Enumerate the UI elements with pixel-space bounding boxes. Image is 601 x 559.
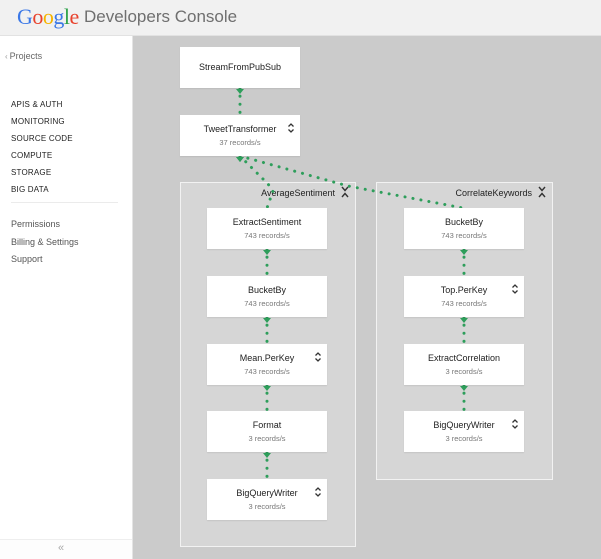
sidebar-item-apis-auth[interactable]: APIS & AUTH [11,96,73,113]
step-throughput: 3 records/s [248,502,286,511]
step-name: BucketBy [247,285,287,295]
step-throughput: 3 records/s [445,434,483,443]
step-throughput: 743 records/s [244,367,290,376]
secondary-nav: Permissions Billing & Settings Support [11,216,79,269]
sidebar-item-billing-settings[interactable]: Billing & Settings [11,234,79,252]
sidebar: ‹ Projects APIS & AUTH MONITORING SOURCE … [0,36,133,559]
step-node-format[interactable]: Format 3 records/s [207,411,327,452]
primary-nav: APIS & AUTH MONITORING SOURCE CODE COMPU… [11,96,73,198]
sidebar-item-storage[interactable]: STORAGE [11,164,73,181]
expand-collapse-icon[interactable] [314,351,322,363]
collapse-sidebar-button[interactable]: « [58,542,64,554]
step-node-stream-from-pubsub[interactable]: StreamFromPubSub [180,47,300,88]
projects-label: Projects [9,51,43,61]
step-name: ExtractCorrelation [427,353,501,363]
step-name: BigQueryWriter [433,420,495,430]
group-title: CorrelateKeywords [455,188,532,198]
step-node-mean-per-key[interactable]: Mean.PerKey 743 records/s [207,344,327,385]
step-name: Top.PerKey [440,285,488,295]
logo-letter: e [69,4,80,29]
step-name: StreamFromPubSub [198,62,282,72]
chevron-left-icon: ‹ [5,52,8,61]
expand-collapse-icon[interactable] [511,418,519,430]
sidebar-item-source-code[interactable]: SOURCE CODE [11,130,73,147]
sidebar-item-big-data[interactable]: BIG DATA [11,181,73,198]
step-throughput: 37 records/s [219,138,261,147]
sidebar-item-compute[interactable]: COMPUTE [11,147,73,164]
sidebar-item-permissions[interactable]: Permissions [11,216,79,234]
step-name: BigQueryWriter [236,488,298,498]
step-name: BucketBy [444,217,484,227]
google-logo[interactable]: Google [17,4,79,30]
step-name: ExtractSentiment [232,217,302,227]
step-throughput: 3 records/s [248,434,286,443]
collapse-group-icon[interactable] [537,186,547,198]
logo-letter: g [53,4,64,29]
step-throughput: 743 records/s [441,299,487,308]
logo-letter: G [17,4,33,29]
step-name: Format [252,420,282,430]
sidebar-item-monitoring[interactable]: MONITORING [11,113,73,130]
group-title: AverageSentiment [261,188,335,198]
logo-letter: o [42,4,54,29]
step-throughput: 3 records/s [445,367,483,376]
step-node-extract-sentiment[interactable]: ExtractSentiment 743 records/s [207,208,327,249]
edge-arrow-icon [236,89,244,94]
edge-arrow-icon [236,157,244,162]
step-node-bigquery-writer[interactable]: BigQueryWriter 3 records/s [404,411,524,452]
step-name: TweetTransformer [203,124,277,134]
expand-collapse-icon[interactable] [511,283,519,295]
projects-link[interactable]: ‹ Projects [5,51,42,61]
expand-collapse-icon[interactable] [314,486,322,498]
collapse-group-icon[interactable] [340,186,350,198]
pipeline-graph-canvas[interactable]: AverageSentiment CorrelateKeywords Strea… [133,36,601,559]
sidebar-item-support[interactable]: Support [11,251,79,269]
app-title: Developers Console [84,7,238,26]
step-node-bigquery-writer[interactable]: BigQueryWriter 3 records/s [207,479,327,520]
sidebar-collapse-bar: « [0,539,132,559]
step-throughput: 743 records/s [244,299,290,308]
step-node-bucket-by[interactable]: BucketBy 743 records/s [207,276,327,317]
step-node-extract-correlation[interactable]: ExtractCorrelation 3 records/s [404,344,524,385]
step-throughput: 743 records/s [441,231,487,240]
expand-collapse-icon[interactable] [287,122,295,134]
step-throughput: 743 records/s [244,231,290,240]
sidebar-divider [11,202,118,203]
step-name: Mean.PerKey [239,353,295,363]
step-node-tweet-transformer[interactable]: TweetTransformer 37 records/s [180,115,300,156]
logo-letter: o [32,4,43,29]
step-node-top-per-key[interactable]: Top.PerKey 743 records/s [404,276,524,317]
step-node-bucket-by[interactable]: BucketBy 743 records/s [404,208,524,249]
edge-arrow-icon [236,157,244,162]
app-header: Google Developers Console [0,0,601,36]
